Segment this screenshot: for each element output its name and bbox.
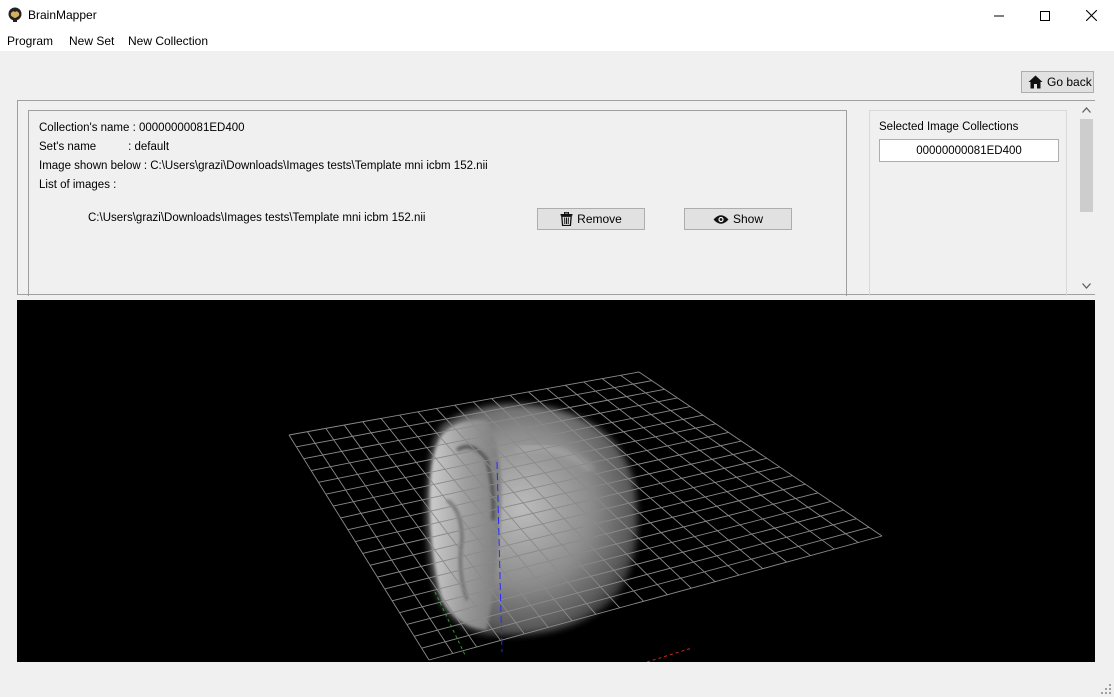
- close-icon: [1085, 10, 1097, 21]
- maximize-icon: [1040, 10, 1050, 21]
- set-name-text: Set's name : default: [39, 141, 170, 153]
- minimize-button[interactable]: [976, 0, 1022, 31]
- brain-volume-render: [288, 371, 883, 662]
- collection-item-button[interactable]: 00000000081ED400: [879, 139, 1059, 162]
- menu-new-set[interactable]: New Set: [69, 34, 114, 48]
- image-shown-text: Image shown below : C:\Users\grazi\Downl…: [39, 160, 488, 172]
- go-back-button[interactable]: Go back: [1021, 71, 1094, 93]
- selected-collections-panel: Selected Image Collections 00000000081ED…: [869, 110, 1067, 296]
- chevron-down-icon: [1082, 282, 1091, 289]
- resize-grip-icon[interactable]: [1100, 683, 1112, 695]
- menu-bar: Program New Set New Collection: [0, 31, 1114, 51]
- vertical-scrollbar[interactable]: [1078, 101, 1095, 294]
- title-bar: BrainMapper: [0, 0, 1114, 31]
- close-button[interactable]: [1068, 0, 1114, 31]
- scroll-up-button[interactable]: [1078, 101, 1095, 118]
- go-back-label: Go back: [1047, 75, 1092, 89]
- window-title: BrainMapper: [28, 8, 97, 22]
- menu-new-collection[interactable]: New Collection: [128, 34, 208, 48]
- home-icon: [1028, 75, 1043, 89]
- scroll-down-button[interactable]: [1078, 277, 1095, 294]
- chevron-up-icon: [1082, 106, 1091, 113]
- list-of-images-label: List of images :: [39, 179, 117, 191]
- image-list-item-path: C:\Users\grazi\Downloads\Images tests\Te…: [88, 212, 426, 224]
- details-scroll-area: Collection's name : 00000000081ED400 Set…: [17, 100, 1095, 296]
- show-image-button[interactable]: Show: [684, 208, 792, 230]
- set-info-panel: Collection's name : 00000000081ED400 Set…: [28, 110, 847, 296]
- menu-program[interactable]: Program: [7, 34, 53, 48]
- eye-icon: [713, 214, 729, 224]
- minimize-icon: [994, 15, 1004, 16]
- 3d-image-viewer[interactable]: [17, 300, 1095, 662]
- selected-collections-label: Selected Image Collections: [879, 121, 1019, 133]
- brain-app-icon: [8, 7, 22, 22]
- trash-icon: [560, 212, 573, 226]
- axis-x-line: [646, 647, 693, 662]
- maximize-button[interactable]: [1022, 0, 1068, 31]
- collection-name-text: Collection's name : 00000000081ED400: [39, 122, 245, 134]
- remove-button-label: Remove: [577, 212, 622, 226]
- scrollbar-thumb[interactable]: [1080, 119, 1093, 212]
- show-button-label: Show: [732, 212, 764, 226]
- remove-image-button[interactable]: Remove: [537, 208, 645, 230]
